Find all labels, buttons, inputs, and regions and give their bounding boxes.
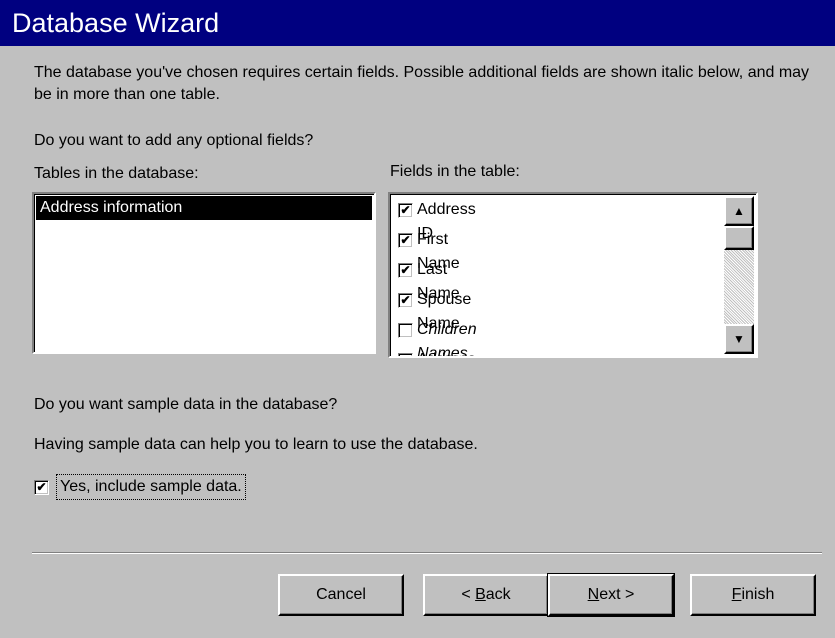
fields-label: Fields in the table:: [390, 163, 520, 180]
sample-data-question: Do you want sample data in the database?: [34, 396, 338, 413]
field-checkbox[interactable]: ✔: [398, 353, 413, 356]
sample-data-label[interactable]: Yes, include sample data.: [56, 474, 246, 500]
finish-label-rest: inish: [741, 586, 775, 603]
sample-data-checkbox[interactable]: ✔: [34, 480, 49, 495]
optional-fields-question: Do you want to add any optional fields?: [34, 132, 314, 149]
fields-scrollbar[interactable]: ▲ ▼: [724, 196, 754, 354]
tables-label: Tables in the database:: [34, 165, 199, 182]
sample-data-help: Having sample data can help you to learn…: [34, 436, 478, 453]
field-checkbox[interactable]: ✔: [398, 233, 413, 248]
back-label-accel: B: [475, 586, 486, 603]
field-label: Address: [417, 348, 476, 356]
scroll-thumb[interactable]: [724, 226, 754, 250]
next-label-accel: N: [587, 586, 600, 603]
field-checkbox[interactable]: ✔: [398, 263, 413, 278]
next-button[interactable]: Next >: [547, 573, 675, 617]
field-checkbox[interactable]: [398, 323, 413, 338]
next-label-rest: ext >: [599, 586, 635, 603]
back-button[interactable]: < Back: [423, 574, 549, 616]
field-checkbox[interactable]: ✔: [398, 293, 413, 308]
back-label-rest: ack: [485, 586, 511, 603]
fields-listbox[interactable]: ✔ Address ID ✔ First Name ✔ Last Name ✔ …: [388, 192, 758, 358]
finish-button[interactable]: Finish: [690, 574, 816, 616]
table-list-item-selected[interactable]: Address information: [36, 196, 372, 220]
tables-listbox[interactable]: Address information: [32, 192, 376, 354]
arrow-down-icon[interactable]: ▼: [724, 324, 754, 354]
arrow-up-icon[interactable]: ▲: [724, 196, 754, 226]
separator: [32, 552, 822, 554]
intro-text: The database you've chosen requires cert…: [34, 64, 810, 103]
finish-label-accel: F: [731, 586, 742, 603]
cancel-button[interactable]: Cancel: [278, 574, 404, 616]
field-checkbox[interactable]: ✔: [398, 203, 413, 218]
back-label-prefix: <: [461, 586, 476, 603]
window-title: Database Wizard: [0, 0, 835, 46]
